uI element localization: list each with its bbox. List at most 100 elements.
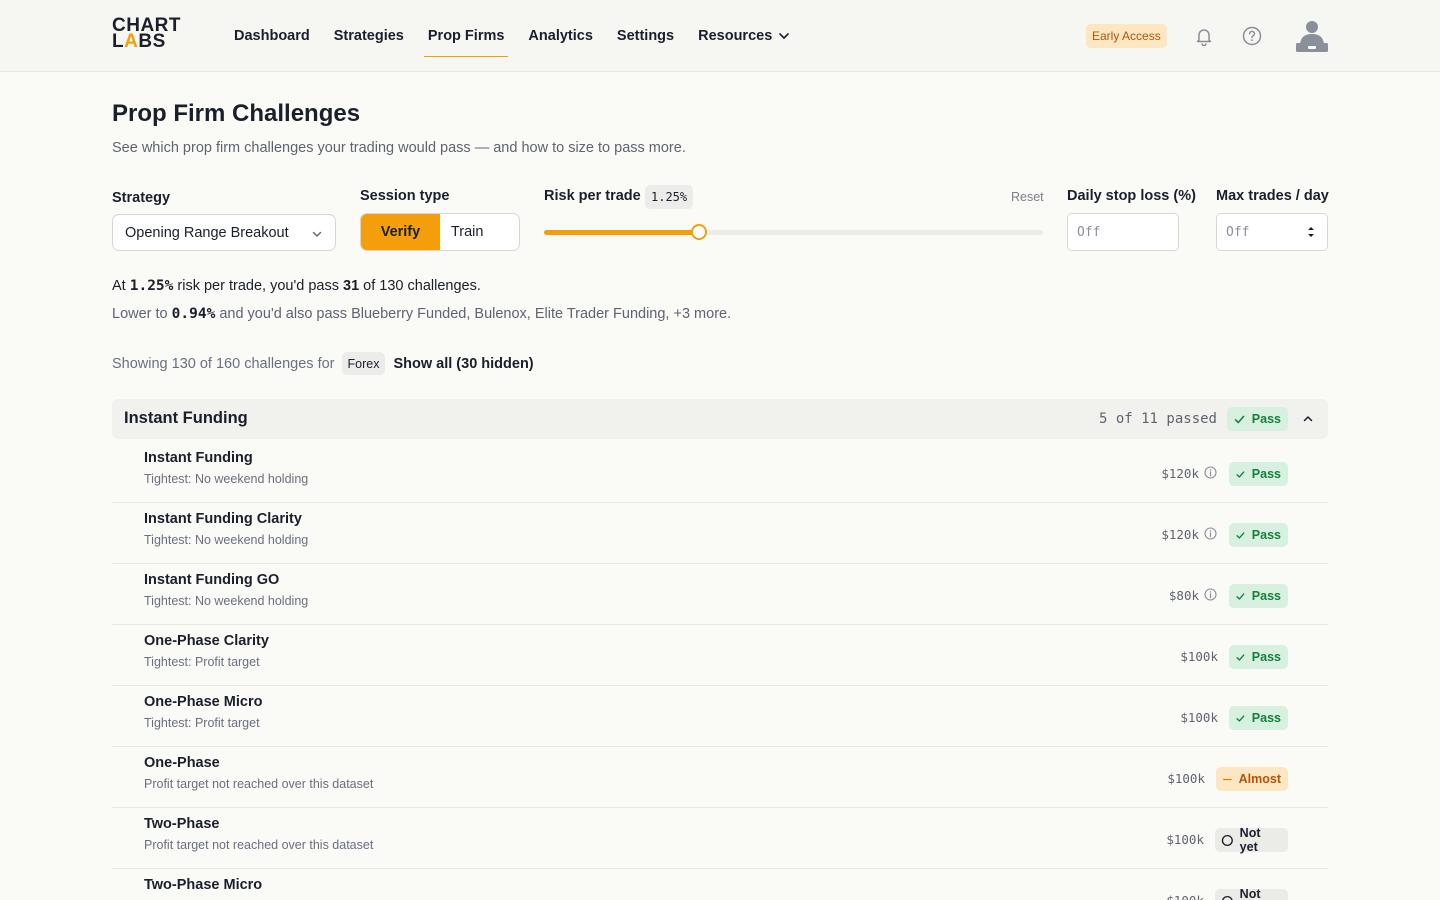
challenge-row[interactable]: Instant Funding GO Tightest: No weekend h…: [112, 564, 1328, 625]
summary-risk-value: 1.25%: [129, 278, 174, 294]
nav-strategies[interactable]: Strategies: [334, 0, 404, 72]
status-label: Not yet: [1239, 826, 1261, 854]
chevron-down-icon: [312, 231, 322, 237]
status-badge: Pass: [1229, 645, 1288, 669]
challenge-name: Two-Phase: [144, 816, 220, 832]
status-badge: Almost: [1216, 767, 1288, 791]
filter-bar: Showing 130 of 160 challenges for Forex …: [112, 352, 534, 375]
nav-analytics[interactable]: Analytics: [528, 0, 592, 72]
logo-glyph: A: [124, 31, 139, 52]
nav-dashboard[interactable]: Dashboard: [234, 0, 310, 72]
check-icon: [1236, 470, 1245, 478]
challenge-name: One-Phase Micro: [144, 694, 263, 710]
status-badge: Pass: [1229, 462, 1288, 486]
group-header-instant-funding[interactable]: Instant Funding 5 of 11 passed Pass: [112, 399, 1328, 439]
strategy-label: Strategy: [112, 190, 171, 206]
challenge-row[interactable]: Two-Phase Profit target not reached over …: [112, 808, 1328, 869]
status-badge: Not yet: [1215, 887, 1288, 900]
challenge-row[interactable]: One-Phase Clarity Tightest: Profit target…: [112, 625, 1328, 686]
summary-text: risk per trade, you'd pass: [173, 278, 343, 294]
logo-line-2: LABS: [112, 31, 182, 52]
page-subtitle: See which prop firm challenges your trad…: [112, 140, 686, 156]
slider-handle[interactable]: [690, 224, 707, 240]
slider-fill: [544, 230, 699, 235]
top-navigation-bar: CHART LABS Dashboard Strategies Prop Fir…: [0, 0, 1440, 72]
challenge-name: Instant Funding GO: [144, 572, 280, 588]
max-trades-label: Max trades / day: [1216, 188, 1329, 204]
check-icon: [1236, 714, 1245, 722]
challenge-row[interactable]: Instant Funding Clarity Tightest: No week…: [112, 503, 1328, 564]
challenge-name: One-Phase Clarity: [144, 633, 269, 649]
user-avatar-icon[interactable]: [1294, 18, 1330, 54]
status-label: Pass: [1251, 467, 1281, 481]
status-label: Not yet: [1239, 887, 1261, 900]
circle-icon: [1221, 834, 1233, 846]
nav-label: Dashboard: [234, 28, 310, 44]
info-icon[interactable]: [1204, 466, 1217, 479]
daily-stop-loss-input[interactable]: [1067, 213, 1179, 251]
challenge-row[interactable]: Instant Funding Tightest: No weekend hold…: [112, 442, 1328, 503]
challenge-note: Profit target not reached over this data…: [144, 838, 374, 852]
check-icon: [1234, 415, 1245, 423]
nav-prop-firms[interactable]: Prop Firms: [423, 0, 508, 72]
nav-resources-dropdown[interactable]: Resources: [698, 0, 790, 72]
challenge-note: Tightest: No weekend holding: [144, 533, 309, 547]
check-icon: [1236, 592, 1245, 600]
summary-pass-count: 31: [343, 278, 360, 294]
challenge-row[interactable]: One-Phase Micro Tightest: Profit target $1…: [112, 686, 1328, 747]
status-label: Almost: [1238, 772, 1281, 786]
strategy-value: Opening Range Breakout: [125, 224, 289, 241]
group-status-badge: Pass: [1226, 407, 1288, 431]
session-type-toggle: Verify Train: [360, 213, 520, 251]
chevron-down-icon: [779, 33, 790, 39]
help-icon[interactable]: [1242, 26, 1262, 46]
status-label: Pass: [1251, 528, 1281, 542]
strategy-select[interactable]: Opening Range Breakout: [112, 214, 336, 251]
info-icon[interactable]: [1204, 527, 1217, 540]
risk-per-trade-label: Risk per trade: [544, 188, 641, 204]
summary-text: At: [112, 278, 130, 294]
dashes-icon: [1222, 778, 1232, 780]
risk-value-badge: 1.25%: [645, 185, 694, 209]
account-size: $120k: [1161, 527, 1199, 542]
session-train-button[interactable]: Train: [440, 214, 519, 250]
risk-slider[interactable]: [544, 224, 1043, 240]
account-size: $100k: [1167, 771, 1205, 786]
nav-settings[interactable]: Settings: [617, 0, 674, 72]
challenge-note: Tightest: Profit target: [144, 655, 260, 669]
account-size: $100k: [1166, 832, 1204, 847]
challenge-row[interactable]: Two-Phase Micro $100k Not yet: [112, 869, 1328, 900]
reset-button[interactable]: Reset: [1011, 190, 1044, 204]
summary-text: of 130 challenges.: [359, 278, 481, 294]
suggestion-text: Lower to: [112, 306, 172, 322]
pass-summary: At 1.25% risk per trade, you'd pass 31 o…: [112, 278, 481, 294]
session-verify-button[interactable]: Verify: [361, 214, 440, 250]
challenge-note: Profit target not reached over this data…: [144, 777, 374, 791]
chevron-up-icon[interactable]: [1302, 413, 1314, 425]
show-all-link[interactable]: Show all (30 hidden): [393, 356, 533, 372]
status-badge: Pass: [1229, 584, 1288, 608]
stepper-arrows-icon[interactable]: [1306, 224, 1316, 240]
status-label: Pass: [1251, 412, 1281, 426]
account-size: $120k: [1161, 466, 1199, 481]
challenge-name: Two-Phase Micro: [144, 877, 263, 893]
daily-stop-loss-label: Daily stop loss (%): [1067, 188, 1196, 204]
nav-label: Prop Firms: [427, 28, 505, 44]
suggestion-text: and you'd also pass Blueberry Funded, Bu…: [215, 306, 732, 322]
challenge-note: Tightest: No weekend holding: [144, 472, 309, 486]
chartlabs-logo[interactable]: CHART LABS: [112, 16, 182, 54]
lower-risk-suggestion: Lower to 0.94% and you'd also pass Blueb…: [112, 306, 731, 322]
challenge-name: One-Phase: [144, 755, 220, 771]
bell-icon[interactable]: [1194, 26, 1214, 46]
market-filter-chip[interactable]: Forex: [341, 352, 386, 375]
challenge-name: Instant Funding: [144, 450, 253, 466]
circle-icon: [1221, 895, 1233, 900]
status-label: Pass: [1251, 650, 1281, 664]
check-icon: [1236, 531, 1245, 539]
status-badge: Pass: [1229, 706, 1288, 730]
showing-count-text: Showing 130 of 160 challenges for: [112, 355, 335, 372]
info-icon[interactable]: [1204, 588, 1217, 601]
account-size: $100k: [1180, 649, 1218, 664]
group-pass-count: 5 of 11 passed: [1098, 411, 1217, 427]
challenge-row[interactable]: One-Phase Profit target not reached over …: [112, 747, 1328, 808]
